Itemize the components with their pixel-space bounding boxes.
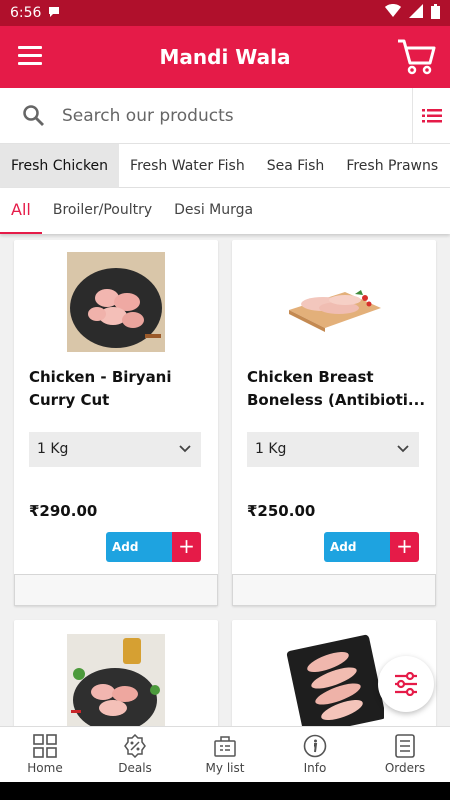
filter-sliders-icon xyxy=(395,672,417,696)
product-name[interactable]: Chicken - Biryani Curry Cut (Antibioti..… xyxy=(29,366,209,412)
product-grid: Chicken - Biryani Curry Cut (Antibioti..… xyxy=(0,240,450,726)
product-note-field[interactable] xyxy=(232,574,436,606)
add-button[interactable]: Add xyxy=(324,532,390,562)
nav-orders[interactable]: Orders xyxy=(360,727,450,782)
app-title: Mandi Wala xyxy=(159,45,291,69)
nav-label: Deals xyxy=(118,761,152,775)
signal-icon xyxy=(409,4,423,22)
nav-label: Home xyxy=(27,761,63,775)
info-icon xyxy=(303,734,327,758)
nav-info[interactable]: Info xyxy=(270,727,360,782)
battery-icon xyxy=(431,3,440,23)
tab-fresh-chicken[interactable]: Fresh Chicken xyxy=(0,144,120,188)
tab-sea-fish[interactable]: Sea Fish xyxy=(256,144,336,188)
chevron-down-icon xyxy=(397,432,409,467)
product-image[interactable] xyxy=(67,252,165,352)
list-view-button[interactable] xyxy=(412,88,450,144)
status-time: 6:56 xyxy=(10,5,42,21)
nav-home[interactable]: Home xyxy=(0,727,90,782)
product-name[interactable]: Chicken Breast Boneless (Antibioti... xyxy=(247,366,427,412)
product-image[interactable] xyxy=(285,270,383,334)
app-bar: Mandi Wala xyxy=(0,26,450,88)
product-card[interactable] xyxy=(14,620,218,726)
search-bar xyxy=(0,88,450,144)
discount-icon xyxy=(124,734,146,758)
quantity-select[interactable]: 1 Kg xyxy=(29,432,201,467)
product-card[interactable]: Chicken Breast Boneless (Antibioti... 1 … xyxy=(232,240,436,606)
add-to-cart-group: Add + xyxy=(324,532,420,562)
grid-icon xyxy=(33,734,57,758)
menu-icon[interactable] xyxy=(18,46,42,68)
product-card[interactable]: Chicken - Biryani Curry Cut (Antibioti..… xyxy=(14,240,218,606)
add-button[interactable]: Add xyxy=(106,532,172,562)
subcategory-tabs: All Broiler/Poultry Desi Murga xyxy=(0,188,450,234)
nav-label: Info xyxy=(303,761,327,775)
basket-icon xyxy=(214,736,236,757)
chat-icon xyxy=(47,5,61,22)
nav-deals[interactable]: Deals xyxy=(90,727,180,782)
product-price: ₹250.00 xyxy=(247,502,316,520)
product-image[interactable] xyxy=(284,634,386,726)
product-note-field[interactable] xyxy=(14,574,218,606)
chevron-down-icon xyxy=(179,432,191,467)
list-icon xyxy=(421,109,442,123)
system-navigation-bar xyxy=(0,782,450,800)
bottom-navigation: Home Deals My list Info Orders xyxy=(0,726,450,782)
quantity-select[interactable]: 1 Kg xyxy=(247,432,419,467)
status-bar: 6:56 xyxy=(0,0,450,26)
plus-icon[interactable]: + xyxy=(390,532,419,562)
product-price: ₹290.00 xyxy=(29,502,98,520)
tab-fresh-water-fish[interactable]: Fresh Water Fish xyxy=(119,144,256,188)
wifi-icon xyxy=(385,4,401,22)
quantity-value: 1 Kg xyxy=(37,441,69,457)
tab-fresh-prawns[interactable]: Fresh Prawns xyxy=(335,144,449,188)
product-image[interactable] xyxy=(67,634,165,726)
filter-button[interactable] xyxy=(378,656,434,712)
nav-label: Orders xyxy=(384,761,426,775)
subtab-all[interactable]: All xyxy=(0,188,42,234)
plus-icon[interactable]: + xyxy=(172,532,201,562)
search-icon xyxy=(23,104,44,126)
quantity-value: 1 Kg xyxy=(255,441,287,457)
search-input[interactable] xyxy=(62,105,382,126)
nav-my-list[interactable]: My list xyxy=(180,727,270,782)
nav-label: My list xyxy=(205,761,245,775)
orders-icon xyxy=(395,734,415,758)
add-to-cart-group: Add + xyxy=(106,532,202,562)
category-tabs: Fresh Chicken Fresh Water Fish Sea Fish … xyxy=(0,144,450,188)
subtab-desi-murga[interactable]: Desi Murga xyxy=(163,188,264,234)
cart-icon[interactable] xyxy=(396,38,436,76)
subtab-broiler-poultry[interactable]: Broiler/Poultry xyxy=(42,188,163,234)
